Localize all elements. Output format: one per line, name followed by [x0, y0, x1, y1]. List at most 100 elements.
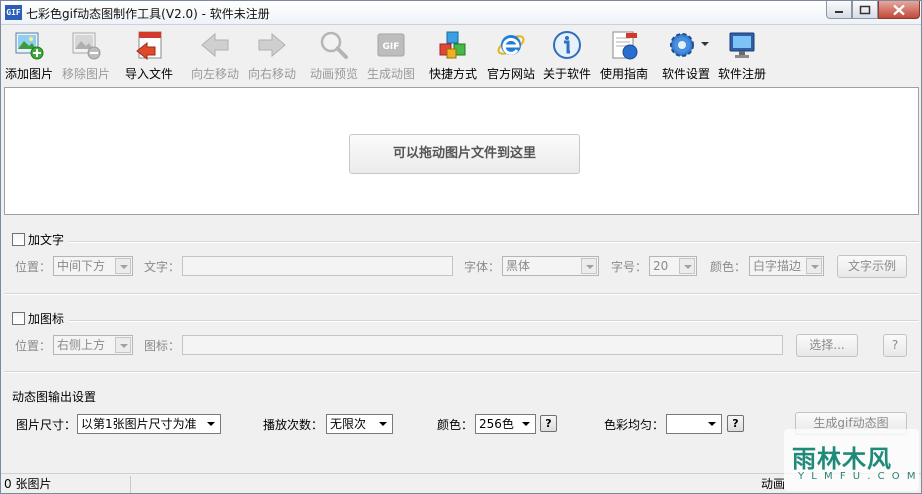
maximize-icon — [859, 5, 871, 14]
text-content-input[interactable] — [182, 256, 453, 276]
monitor-icon — [729, 32, 755, 58]
font-select[interactable]: 黑体 — [502, 256, 599, 276]
watermark-logo: 雨林木风 — [792, 445, 892, 473]
text-content-label: 文字： — [144, 260, 181, 274]
output-color-label: 颜色： — [437, 418, 474, 432]
add-icon-checkbox[interactable] — [12, 312, 25, 325]
output-color-select[interactable]: 256色 — [475, 414, 536, 434]
remove-image-button[interactable]: 移除图片 — [60, 29, 112, 81]
move-right-button[interactable]: 向右移动 — [244, 29, 300, 81]
output-color-value: 256色 — [479, 417, 514, 431]
section-divider-2 — [5, 371, 919, 373]
image-drop-zone[interactable]: 可以拖动图片文件到这里 — [4, 87, 919, 215]
register-button[interactable]: 软件注册 — [715, 29, 769, 81]
text-position-value: 中间下方 — [57, 259, 106, 273]
shortcut-label: 快捷方式 — [428, 67, 477, 81]
remove-image-label: 移除图片 — [61, 67, 110, 81]
website-button[interactable]: 官方网站 — [483, 29, 539, 81]
icon-position-select[interactable]: 右侧上方 — [53, 335, 133, 355]
guide-label: 使用指南 — [599, 67, 648, 81]
icon-position-label: 位置： — [15, 339, 52, 353]
image-count-status: 0 张图片 — [1, 476, 131, 493]
about-button[interactable]: 关于软件 — [539, 29, 595, 81]
icon-section-divider — [69, 320, 919, 322]
title-bar: GIF 七彩色gif动态图制作工具(V2.0) - 软件未注册 — [1, 1, 921, 25]
image-size-value: 以第1张图片尺寸为准 — [81, 417, 197, 431]
remove-image-icon — [72, 32, 101, 60]
icon-position-value: 右侧上方 — [57, 338, 106, 352]
font-size-label: 字号： — [611, 260, 648, 274]
chevron-down-icon — [115, 258, 131, 274]
image-size-label: 图片尺寸： — [16, 418, 77, 432]
add-text-checkbox-row[interactable]: 加文字 — [12, 231, 64, 248]
balance-help-button[interactable]: ? — [727, 415, 744, 432]
import-file-button[interactable]: 导入文件 — [123, 29, 175, 81]
output-settings-title: 动态图输出设置 — [12, 390, 97, 404]
chevron-down-icon — [581, 258, 597, 274]
color-help-button[interactable]: ? — [540, 415, 557, 432]
icon-path-input[interactable] — [182, 335, 783, 355]
move-left-label: 向左移动 — [190, 67, 239, 81]
add-icon-title: 加图标 — [28, 312, 65, 326]
move-left-button[interactable]: 向左移动 — [187, 29, 243, 81]
import-file-label: 导入文件 — [124, 67, 173, 81]
generate-gif-toolbar-button[interactable]: GIF 生成动图 — [363, 29, 419, 81]
add-image-button[interactable]: 添加图片 — [3, 29, 55, 81]
website-label: 官方网站 — [486, 67, 535, 81]
close-button[interactable] — [878, 1, 920, 19]
status-bar: 0 张图片 动画 — [1, 473, 921, 493]
color-balance-label: 色彩均匀： — [604, 418, 665, 432]
preview-button[interactable]: 动画预览 — [306, 29, 362, 81]
icon-help-button[interactable]: ? — [883, 334, 907, 357]
cubes-icon — [439, 31, 466, 59]
settings-button[interactable]: 软件设置 — [657, 29, 715, 81]
text-color-select[interactable]: 白字描边 — [749, 256, 824, 276]
minimize-icon — [835, 10, 843, 13]
add-image-icon — [15, 32, 44, 60]
ie-icon — [497, 35, 525, 55]
chevron-down-icon — [115, 337, 131, 353]
text-color-value: 白字描边 — [753, 259, 802, 273]
text-color-label: 颜色： — [710, 260, 747, 274]
font-label: 字体： — [464, 260, 501, 274]
add-text-checkbox[interactable] — [12, 233, 25, 246]
guide-button[interactable]: 使用指南 — [596, 29, 652, 81]
loop-count-label: 播放次数： — [263, 418, 324, 432]
image-size-select[interactable]: 以第1张图片尺寸为准 — [77, 414, 221, 434]
toolbar: 添加图片 移除图片 导入文件 向左移动 向右移动 动画预览 GIF 生成动图 快… — [1, 26, 921, 82]
chevron-down-icon — [806, 258, 822, 274]
shortcut-button[interactable]: 快捷方式 — [427, 29, 479, 81]
window-title: 七彩色gif动态图制作工具(V2.0) - 软件未注册 — [26, 7, 270, 21]
watermark-url: Y L M F U . C O M — [798, 471, 918, 482]
color-balance-select[interactable] — [666, 414, 722, 434]
add-icon-checkbox-row[interactable]: 加图标 — [12, 310, 64, 327]
text-example-button[interactable]: 文字示例 — [837, 255, 907, 278]
chevron-down-icon — [679, 258, 695, 274]
chevron-down-icon — [704, 416, 720, 432]
drop-hint-button[interactable]: 可以拖动图片文件到这里 — [349, 134, 580, 174]
text-position-select[interactable]: 中间下方 — [53, 256, 133, 276]
app-gif-icon: GIF — [5, 5, 22, 20]
magnifier-icon — [320, 31, 348, 59]
arrow-left-icon — [201, 32, 229, 58]
gear-icon — [670, 33, 694, 57]
import-file-icon — [136, 31, 162, 61]
add-text-title: 加文字 — [28, 233, 65, 247]
register-label: 软件注册 — [717, 67, 766, 81]
about-label: 关于软件 — [542, 67, 591, 81]
move-right-label: 向右移动 — [247, 67, 296, 81]
chevron-down-icon — [375, 416, 391, 432]
maximize-button[interactable] — [852, 1, 878, 19]
close-icon — [893, 4, 905, 15]
gif-badge-text: GIF — [383, 42, 400, 52]
gif-generate-icon: GIF — [377, 33, 405, 57]
chevron-down-icon — [203, 416, 219, 432]
generate-gif-toolbar-label: 生成动图 — [366, 67, 415, 81]
loop-count-select[interactable]: 无限次 — [326, 414, 393, 434]
select-icon-button[interactable]: 选择... — [796, 334, 858, 357]
font-size-value: 20 — [653, 259, 669, 273]
text-position-label: 位置： — [15, 260, 52, 274]
minimize-button[interactable] — [826, 1, 852, 19]
font-size-select[interactable]: 20 — [649, 256, 697, 276]
add-image-label: 添加图片 — [4, 67, 53, 81]
